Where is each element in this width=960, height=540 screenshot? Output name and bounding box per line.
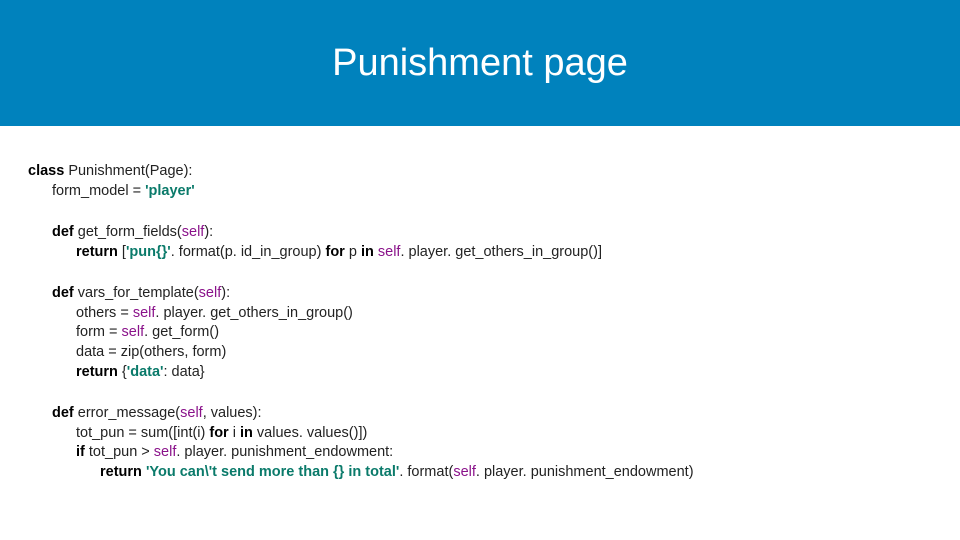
keyword-self: self — [199, 285, 222, 301]
code-text: others = — [76, 305, 133, 321]
code-method-block: def error_message(self, values): tot_pun… — [28, 404, 932, 482]
code-text: ): — [204, 224, 213, 240]
code-text: error_message( — [74, 405, 180, 421]
code-text: tot_pun > — [85, 444, 154, 460]
code-text: . player. get_others_in_group()] — [400, 244, 602, 260]
keyword-return: return — [76, 364, 118, 380]
code-text: Punishment(Page): — [64, 163, 192, 179]
keyword-self: self — [133, 305, 156, 321]
code-content: class Punishment(Page): form_model = 'pl… — [0, 126, 960, 482]
keyword-return: return — [76, 244, 118, 260]
code-text: ): — [221, 285, 230, 301]
code-line: def vars_for_template(self): — [28, 284, 932, 304]
string-literal: 'data' — [127, 364, 164, 380]
keyword-return: return — [100, 464, 142, 480]
keyword-def: def — [52, 224, 74, 240]
keyword-def: def — [52, 285, 74, 301]
code-line: def error_message(self, values): — [28, 404, 932, 424]
keyword-for: for — [325, 244, 344, 260]
code-line: class Punishment(Page): — [28, 162, 932, 182]
code-class-block: class Punishment(Page): form_model = 'pl… — [28, 162, 932, 201]
keyword-in: in — [240, 425, 253, 441]
code-text: . format( — [399, 464, 453, 480]
code-line: def get_form_fields(self): — [28, 223, 932, 243]
keyword-self: self — [378, 244, 401, 260]
keyword-in: in — [361, 244, 374, 260]
code-text: form = — [76, 324, 122, 340]
code-text: . get_form() — [144, 324, 219, 340]
code-text: form_model = — [52, 183, 145, 199]
code-line: data = zip(others, form) — [28, 343, 932, 363]
code-text: values. values()]) — [253, 425, 367, 441]
keyword-def: def — [52, 405, 74, 421]
code-method-block: def get_form_fields(self): return ['pun{… — [28, 223, 932, 262]
code-method-block: def vars_for_template(self): others = se… — [28, 284, 932, 382]
keyword-for: for — [209, 425, 228, 441]
slide-title: Punishment page — [0, 0, 960, 126]
string-literal: 'You can\'t send more than {} in total' — [146, 464, 399, 480]
keyword-if: if — [76, 444, 85, 460]
keyword-self: self — [154, 444, 177, 460]
code-text: [ — [118, 244, 126, 260]
code-text: , values): — [203, 405, 262, 421]
code-text: tot_pun = sum([int(i) — [76, 425, 209, 441]
code-line: if tot_pun > self. player. punishment_en… — [28, 443, 932, 463]
code-line: return 'You can\'t send more than {} in … — [28, 463, 932, 483]
slide: Punishment page class Punishment(Page): … — [0, 0, 960, 540]
keyword-self: self — [180, 405, 203, 421]
code-text: p — [345, 244, 361, 260]
code-text: get_form_fields( — [74, 224, 182, 240]
code-line: form = self. get_form() — [28, 323, 932, 343]
string-literal: 'player' — [145, 183, 195, 199]
code-text: vars_for_template( — [74, 285, 199, 301]
code-text: . player. get_others_in_group() — [155, 305, 353, 321]
string-literal: 'pun{}' — [126, 244, 171, 260]
code-text: : data} — [164, 364, 205, 380]
code-line: others = self. player. get_others_in_gro… — [28, 304, 932, 324]
code-line: return ['pun{}'. format(p. id_in_group) … — [28, 243, 932, 263]
keyword-class: class — [28, 163, 64, 179]
keyword-self: self — [182, 224, 205, 240]
keyword-self: self — [122, 324, 145, 340]
code-text: . player. punishment_endowment: — [176, 444, 393, 460]
code-line: return {'data': data} — [28, 363, 932, 383]
keyword-self: self — [453, 464, 476, 480]
code-text: { — [118, 364, 127, 380]
code-line: form_model = 'player' — [28, 182, 932, 202]
code-line: tot_pun = sum([int(i) for i in values. v… — [28, 424, 932, 444]
code-text: data = zip(others, form) — [76, 344, 226, 360]
code-text: . player. punishment_endowment) — [476, 464, 694, 480]
code-text: i — [229, 425, 240, 441]
code-text: . format(p. id_in_group) — [171, 244, 326, 260]
